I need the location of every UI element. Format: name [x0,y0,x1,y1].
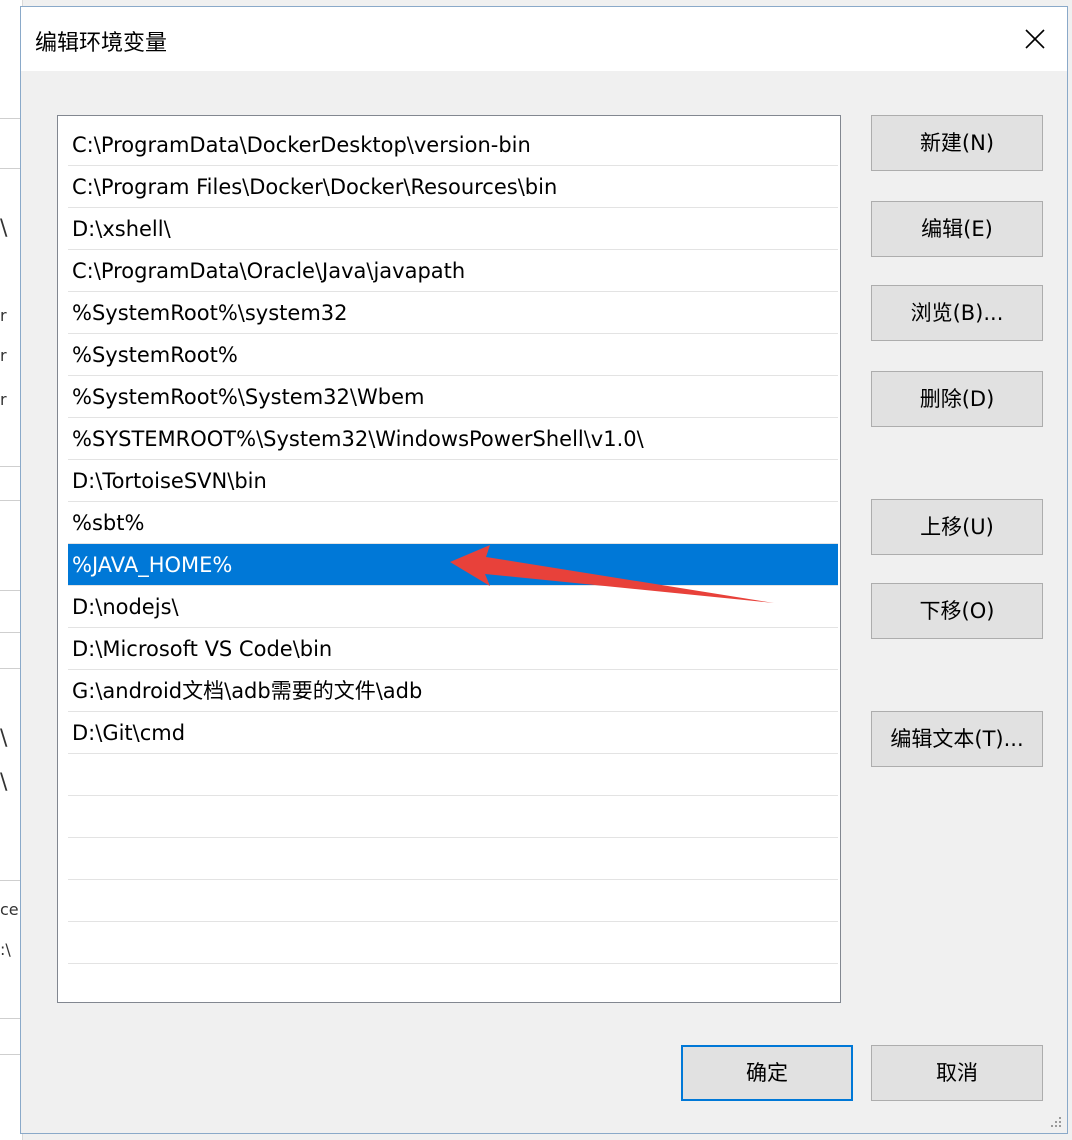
background-divider [0,118,22,119]
path-list-empty-row[interactable] [68,880,838,922]
path-list-item[interactable]: %SYSTEMROOT%\System32\WindowsPowerShell\… [68,418,838,460]
background-text-fragment: :\ [0,940,11,959]
title-bar: 编辑环境变量 [21,7,1067,71]
background-divider [0,168,22,169]
path-list-rows: C:\ProgramData\DockerDesktop\version-bin… [68,124,838,1002]
edit-environment-variable-dialog: 编辑环境变量 C:\ProgramData\DockerDesktop\vers… [20,6,1068,1134]
path-list[interactable]: C:\ProgramData\DockerDesktop\version-bin… [57,115,841,1003]
path-list-item[interactable]: D:\TortoiseSVN\bin [68,460,838,502]
background-divider [0,590,22,591]
path-list-item[interactable]: D:\Microsoft VS Code\bin [68,628,838,670]
dialog-title: 编辑环境变量 [35,31,168,56]
background-divider [0,1018,22,1019]
background-text-fragment: \ [0,726,8,751]
edit-text-button[interactable]: 编辑文本(T)... [871,711,1043,767]
background-text-fragment: ce [0,900,19,919]
close-icon [1025,29,1045,49]
new-button[interactable]: 新建(N) [871,115,1043,171]
path-list-empty-row[interactable] [68,796,838,838]
close-button[interactable] [1003,7,1067,71]
path-list-item[interactable]: C:\ProgramData\DockerDesktop\version-bin [68,124,838,166]
background-text-fragment: r [0,390,7,409]
background-text-fragment: \ [0,770,8,795]
delete-button[interactable]: 删除(D) [871,371,1043,427]
ok-button[interactable]: 确定 [681,1045,853,1101]
path-list-item[interactable]: D:\xshell\ [68,208,838,250]
path-list-empty-row[interactable] [68,838,838,880]
browse-button[interactable]: 浏览(B)... [871,285,1043,341]
path-list-empty-row[interactable] [68,922,838,964]
path-list-item[interactable]: %SystemRoot%\system32 [68,292,838,334]
path-list-item[interactable]: D:\Git\cmd [68,712,838,754]
path-list-item[interactable]: G:\android文档\adb需要的文件\adb [68,670,838,712]
path-list-empty-row[interactable] [68,754,838,796]
path-list-item[interactable]: C:\ProgramData\Oracle\Java\javapath [68,250,838,292]
background-divider [0,880,22,881]
edit-button[interactable]: 编辑(E) [871,201,1043,257]
move-down-button[interactable]: 下移(O) [871,583,1043,639]
background-divider [0,1054,22,1055]
background-text-fragment: r [0,346,7,365]
background-divider [0,500,22,501]
background-divider [0,632,22,633]
path-list-item[interactable]: %sbt% [68,502,838,544]
background-text-fragment: \ [0,216,8,241]
background-divider [0,466,22,467]
background-text-fragment: r [0,306,7,325]
path-list-item[interactable]: %SystemRoot% [68,334,838,376]
path-list-item[interactable]: D:\nodejs\ [68,586,838,628]
path-list-empty-row[interactable] [68,964,838,1002]
path-list-item[interactable]: %SystemRoot%\System32\Wbem [68,376,838,418]
cancel-button[interactable]: 取消 [871,1045,1043,1101]
move-up-button[interactable]: 上移(U) [871,499,1043,555]
background-divider [0,668,22,669]
resize-grip-icon[interactable] [1049,1115,1063,1129]
path-list-item[interactable]: %JAVA_HOME% [68,544,838,586]
path-list-item[interactable]: C:\Program Files\Docker\Docker\Resources… [68,166,838,208]
